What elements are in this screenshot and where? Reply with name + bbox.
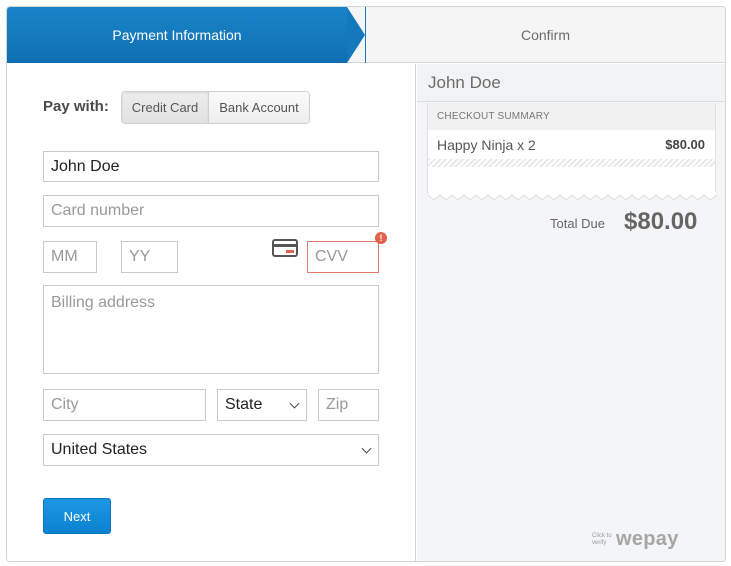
total-due-label: Total Due xyxy=(550,216,605,231)
city-field[interactable]: City xyxy=(43,389,206,421)
credit-card-tab[interactable]: Credit Card xyxy=(122,92,209,123)
next-button[interactable]: Next xyxy=(43,498,111,534)
step-arrow xyxy=(347,7,365,63)
checkout-summary-heading: CHECKOUT SUMMARY xyxy=(428,103,715,130)
state-select-value: State xyxy=(225,396,263,413)
item-name: Happy Ninja x 2 xyxy=(437,136,536,153)
country-select[interactable]: United States xyxy=(43,434,379,466)
item-price: $80.00 xyxy=(665,137,705,152)
country-select-value: United States xyxy=(51,441,148,458)
receipt-torn-edge xyxy=(428,192,717,201)
wepay-verify-badge[interactable]: Click to verify wepay xyxy=(592,528,679,551)
chevron-down-icon xyxy=(289,398,300,409)
checkout-summary-panel: John Doe CHECKOUT SUMMARY Happy Ninja x … xyxy=(417,64,725,561)
wepay-logo: wepay xyxy=(616,528,679,550)
step-header: Payment Information Confirm xyxy=(7,7,725,63)
billing-address-field[interactable]: Billing address xyxy=(43,285,379,374)
card-number-field[interactable]: Card number xyxy=(43,195,379,227)
list-item: Happy Ninja x 2 $80.00 xyxy=(428,130,715,159)
chevron-down-icon xyxy=(361,443,372,454)
total-due-amount: $80.00 xyxy=(624,208,698,235)
state-select[interactable]: State xyxy=(217,389,307,421)
receipt: CHECKOUT SUMMARY Happy Ninja x 2 $80.00 xyxy=(427,103,717,201)
verify-text: Click to verify xyxy=(592,532,612,546)
expiry-month-field[interactable]: MM xyxy=(43,241,97,273)
step-confirm: Confirm xyxy=(520,27,570,43)
zip-field[interactable]: Zip xyxy=(318,389,379,421)
payment-widget: Payment Information Confirm Pay with: Cr… xyxy=(6,6,726,562)
expiry-year-field[interactable]: YY xyxy=(121,241,178,273)
name-field[interactable]: John Doe xyxy=(43,151,379,182)
payment-form: Pay with: Credit Card Bank Account John … xyxy=(7,64,416,561)
pay-with-label: Pay with: xyxy=(43,98,109,115)
bank-account-tab[interactable]: Bank Account xyxy=(209,92,309,123)
cvv-field[interactable]: CVV xyxy=(307,241,379,273)
card-icon xyxy=(272,239,298,257)
receipt-hatch xyxy=(428,159,715,167)
payer-name: John Doe xyxy=(417,64,725,102)
error-icon: ! xyxy=(375,232,387,244)
payment-method-toggle: Credit Card Bank Account xyxy=(121,91,310,124)
step-payment-information: Payment Information xyxy=(7,7,347,63)
